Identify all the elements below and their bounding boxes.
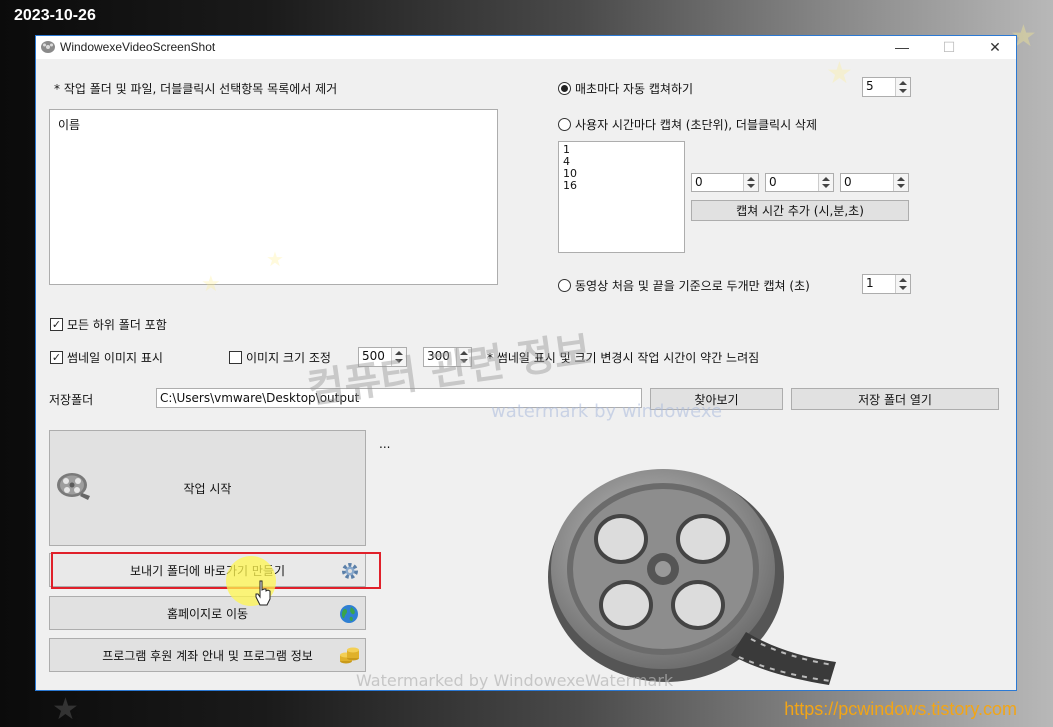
- film-reel-icon: [41, 41, 55, 53]
- coins-icon: [340, 647, 359, 664]
- program-info-label: 프로그램 후원 계좌 안내 및 프로그램 정보: [102, 648, 313, 663]
- date-label: 2023-10-26: [14, 7, 96, 24]
- hour-value: 0: [695, 175, 703, 189]
- every-second-stepper[interactable]: 5: [862, 77, 911, 97]
- radio-start-end[interactable]: [558, 279, 571, 292]
- list-column-header: 이름: [58, 118, 81, 132]
- capture-times-list[interactable]: 1 4 10 16: [558, 141, 685, 253]
- site-url: https://pcwindows.tistory.com: [784, 699, 1017, 719]
- highlight-box: [51, 552, 381, 589]
- bottom-watermark: Watermarked by WindowexeWatermark: [356, 671, 674, 690]
- minute-value: 0: [769, 175, 777, 189]
- stepper-arrows[interactable]: [895, 78, 910, 96]
- client-area: * 작업 폴더 및 파일, 더블클릭시 선택항목 목록에서 제거 이름 ✓ 모든…: [36, 56, 1016, 690]
- resize-images-checkbox[interactable]: [229, 351, 242, 364]
- hand-cursor-icon: [255, 580, 271, 606]
- homepage-button[interactable]: 홈페이지로 이동: [49, 596, 366, 630]
- app-window: WindowexeVideoScreenShot — ☐ ✕ * 작업 폴더 및…: [35, 35, 1017, 691]
- window-title: WindowexeVideoScreenShot: [60, 40, 216, 54]
- radio-user-times[interactable]: [558, 118, 571, 131]
- globe-icon: [340, 605, 358, 623]
- start-button[interactable]: 작업 시작: [49, 430, 366, 546]
- stepper-arrows[interactable]: [818, 174, 833, 191]
- star-decoration: ★: [266, 247, 284, 271]
- include-subfolders-checkbox[interactable]: ✓: [50, 318, 63, 331]
- maximize-button[interactable]: ☐: [929, 36, 969, 59]
- film-reel-icon: [57, 473, 90, 500]
- show-thumbnails-label: 썸네일 이미지 표시: [67, 351, 163, 365]
- stepper-arrows[interactable]: [893, 174, 908, 191]
- start-end-label: 동영상 처음 및 끝을 기준으로 두개만 캡쳐 (초): [575, 279, 810, 293]
- title-bar[interactable]: WindowexeVideoScreenShot — ☐ ✕: [36, 36, 1016, 59]
- second-stepper[interactable]: 0: [840, 173, 909, 192]
- radio-every-second[interactable]: [558, 82, 571, 95]
- minute-stepper[interactable]: 0: [765, 173, 834, 192]
- include-subfolders-label: 모든 하위 폴더 포함: [67, 318, 167, 332]
- every-second-label: 매초마다 자동 캡쳐하기: [575, 82, 694, 96]
- homepage-label: 홈페이지로 이동: [166, 606, 249, 621]
- every-second-value: 5: [866, 79, 874, 93]
- film-reel-logo-icon: [548, 469, 836, 685]
- start-button-label: 작업 시작: [183, 481, 232, 496]
- folder-hint-label: * 작업 폴더 및 파일, 더블클릭시 선택항목 목록에서 제거: [54, 82, 338, 96]
- list-item[interactable]: 16: [563, 180, 577, 192]
- user-times-label: 사용자 시간마다 캡쳐 (초단위), 더블클릭시 삭제: [575, 118, 818, 132]
- blue-watermark: watermark by windowexe: [491, 401, 723, 422]
- hour-stepper[interactable]: 0: [691, 173, 759, 192]
- second-value: 0: [844, 175, 852, 189]
- stepper-arrows[interactable]: [743, 174, 758, 191]
- program-info-button[interactable]: 프로그램 후원 계좌 안내 및 프로그램 정보: [49, 638, 366, 672]
- stepper-arrows[interactable]: [895, 275, 910, 293]
- save-folder-label: 저장폴더: [49, 393, 94, 407]
- open-save-folder-button[interactable]: 저장 폴더 열기: [791, 388, 999, 410]
- status-text: ...: [379, 437, 391, 451]
- add-capture-time-button[interactable]: 캡쳐 시간 추가 (시,분,초): [691, 200, 909, 221]
- star-decoration: ★: [201, 272, 221, 297]
- minimize-button[interactable]: —: [882, 36, 922, 59]
- start-end-stepper[interactable]: 1: [862, 274, 911, 294]
- star-decoration: ★: [826, 56, 853, 91]
- close-button[interactable]: ✕: [975, 36, 1015, 59]
- star-decoration: ★: [52, 692, 79, 727]
- start-end-value: 1: [866, 276, 874, 290]
- show-thumbnails-checkbox[interactable]: ✓: [50, 351, 63, 364]
